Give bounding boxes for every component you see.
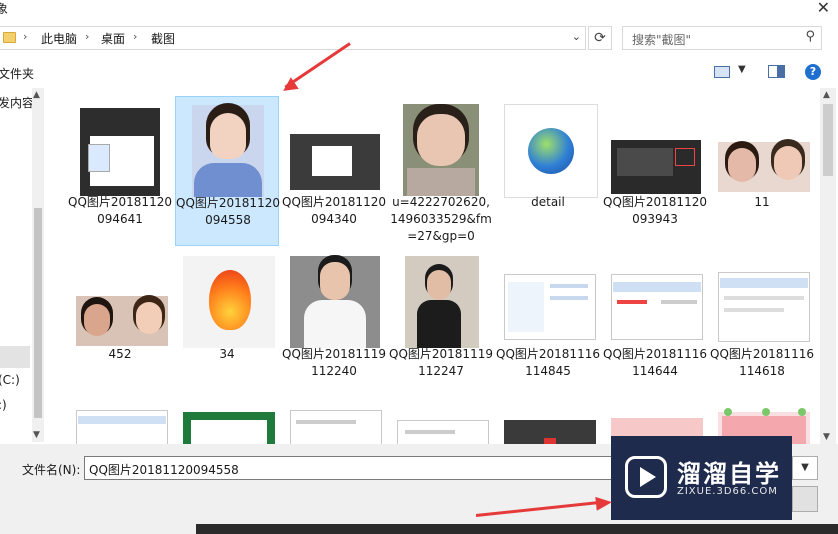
file-item[interactable]: QQ图片20181120094641 xyxy=(68,96,172,246)
file-name: QQ图片20181116114644 xyxy=(603,347,707,378)
file-item[interactable] xyxy=(68,400,172,444)
file-thumbnail xyxy=(290,256,380,348)
file-type-dropdown[interactable]: ▼ xyxy=(792,456,818,480)
file-item[interactable]: QQ图片20181119112240 xyxy=(282,248,386,398)
window-title-bar: 象 ✕ xyxy=(0,0,838,22)
file-thumbnail xyxy=(504,104,598,198)
open-button[interactable] xyxy=(792,486,818,512)
file-thumbnail xyxy=(183,408,275,444)
file-thumbnail xyxy=(290,104,380,192)
file-name: QQ图片20181119112240 xyxy=(282,347,386,378)
file-item[interactable]: QQ图片20181116114644 xyxy=(603,248,707,398)
address-bar[interactable]: › 此电脑 › 桌面 › 截图 ⌄ xyxy=(0,26,586,50)
file-name: 34 xyxy=(219,347,235,361)
file-item[interactable]: QQ图片20181116114618 xyxy=(710,248,814,398)
scrollbar-thumb[interactable] xyxy=(34,208,42,418)
file-item[interactable]: 452 xyxy=(68,248,172,398)
file-item[interactable] xyxy=(175,400,279,444)
file-thumbnail xyxy=(76,256,168,346)
view-mode-icon[interactable] xyxy=(714,66,730,78)
file-thumbnail xyxy=(184,105,272,197)
breadcrumb-this-pc[interactable]: 此电脑 xyxy=(41,30,77,47)
new-folder-button[interactable]: 文件夹 xyxy=(0,65,34,82)
file-name: u=4222702620,1496033529&fm=27&gp=0 xyxy=(390,195,492,243)
file-item[interactable]: QQ图片20181116114845 xyxy=(496,248,600,398)
close-icon[interactable]: ✕ xyxy=(817,0,830,17)
file-item[interactable]: 11 xyxy=(710,96,814,246)
file-thumbnail xyxy=(76,408,168,444)
file-list-scrollbar[interactable]: ▲ ▼ xyxy=(820,88,836,444)
scroll-up-icon[interactable]: ▲ xyxy=(823,90,830,100)
window-title: 象 xyxy=(0,2,9,16)
help-icon[interactable]: ? xyxy=(805,64,821,80)
file-item[interactable]: QQ图片20181120093943 xyxy=(603,96,707,246)
file-item[interactable]: detail xyxy=(496,96,600,246)
file-thumbnail xyxy=(611,256,703,344)
file-item[interactable]: QQ图片20181120094340 xyxy=(282,96,386,246)
filename-value: QQ图片20181120094558 xyxy=(89,463,239,477)
scroll-up-icon[interactable]: ▲ xyxy=(33,90,40,100)
view-dropdown-icon[interactable]: ▼ xyxy=(738,64,746,75)
file-thumbnail xyxy=(611,104,701,194)
scroll-down-icon[interactable]: ▼ xyxy=(33,430,40,440)
file-thumbnail xyxy=(718,104,810,192)
file-item[interactable] xyxy=(282,400,386,444)
breadcrumb-desktop[interactable]: 桌面 xyxy=(101,30,125,47)
scroll-down-icon[interactable]: ▼ xyxy=(823,432,830,442)
file-thumbnail xyxy=(183,256,275,348)
filename-field[interactable]: QQ图片20181120094558 xyxy=(84,456,614,480)
search-placeholder: 搜索"截图" xyxy=(632,33,692,47)
file-name: detail xyxy=(531,195,565,209)
file-item[interactable]: u=4222702620,1496033529&fm=27&gp=0 xyxy=(389,96,493,246)
nav-scrollbar[interactable]: ▲ ▼ xyxy=(32,88,44,442)
file-name: QQ图片20181116114845 xyxy=(496,347,600,378)
file-name: 11 xyxy=(754,195,770,209)
file-thumbnail xyxy=(504,408,596,444)
scrollbar-thumb[interactable] xyxy=(823,104,833,176)
breadcrumb-separator-icon[interactable]: › xyxy=(23,30,27,43)
watermark-url: ZIXUE.3D66.COM xyxy=(677,486,778,497)
file-item[interactable] xyxy=(496,400,600,444)
nav-item-drive[interactable]: :) xyxy=(0,398,7,412)
file-thumbnail xyxy=(290,408,382,444)
watermark: 溜溜自学 ZIXUE.3D66.COM xyxy=(611,436,792,520)
play-logo-icon xyxy=(625,456,667,498)
toolbar: 文件夹 xyxy=(0,58,838,88)
file-thumbnail xyxy=(718,256,810,344)
file-list: QQ图片20181120094641 QQ图片20181120094558 QQ图片… xyxy=(44,88,820,444)
file-name: QQ图片20181116114618 xyxy=(710,347,814,378)
folder-icon xyxy=(3,32,16,43)
file-thumbnail xyxy=(76,104,164,196)
file-thumbnail xyxy=(397,408,489,444)
filename-label: 文件名(N): xyxy=(22,463,81,477)
nav-item-drive-c[interactable]: (C:) xyxy=(0,373,20,387)
file-name: QQ图片20181120093943 xyxy=(603,195,707,226)
annotation-arrowhead-icon xyxy=(595,495,613,511)
file-name: 452 xyxy=(108,347,132,361)
file-item[interactable]: 34 xyxy=(175,248,279,398)
file-name: QQ图片20181119112247 xyxy=(389,347,493,378)
search-input[interactable]: 搜索"截图" ⚲ xyxy=(622,26,822,50)
file-thumbnail xyxy=(397,104,485,196)
address-dropdown-icon[interactable]: ⌄ xyxy=(572,30,581,43)
refresh-button[interactable]: ⟳ xyxy=(588,26,612,50)
nav-item-selected[interactable] xyxy=(0,346,30,368)
search-icon[interactable]: ⚲ xyxy=(805,29,815,44)
taskbar-strip xyxy=(196,524,838,534)
file-item[interactable]: QQ图片20181119112247 xyxy=(389,248,493,398)
file-item[interactable] xyxy=(389,400,493,444)
preview-pane-icon[interactable] xyxy=(768,65,785,78)
file-thumbnail xyxy=(504,256,596,344)
nav-item[interactable]: 发内容 xyxy=(0,94,34,111)
file-thumbnail xyxy=(397,256,485,348)
file-name: QQ图片20181120094340 xyxy=(282,195,386,226)
file-item-selected[interactable]: QQ图片20181120094558 xyxy=(175,96,280,246)
file-name: QQ图片20181120094558 xyxy=(176,196,280,227)
breadcrumb-separator-icon[interactable]: › xyxy=(85,30,89,43)
watermark-brand: 溜溜自学 xyxy=(677,460,781,488)
breadcrumb-screenshots[interactable]: 截图 xyxy=(151,30,175,47)
breadcrumb-separator-icon[interactable]: › xyxy=(133,30,137,43)
file-name: QQ图片20181120094641 xyxy=(68,195,172,226)
